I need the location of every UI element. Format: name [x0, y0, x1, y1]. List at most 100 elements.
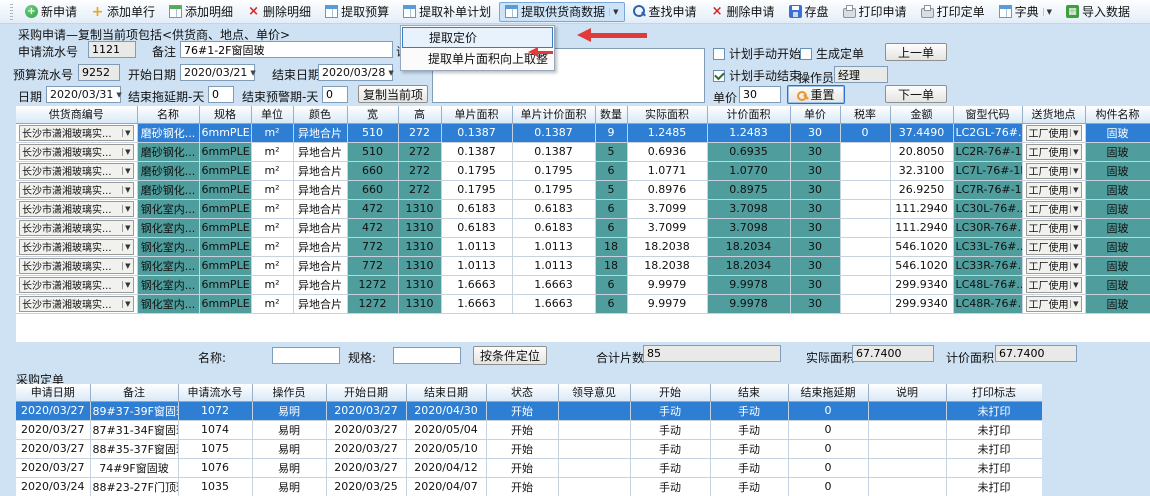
end-warning-field[interactable]: [322, 86, 348, 103]
supplier-combo[interactable]: 长沙市潇湘玻璃实...▼: [19, 296, 134, 312]
table-row[interactable]: 长沙市潇湘玻璃实...▼磨砂钢化...6mmPLE...m²异地合片510272…: [16, 142, 1150, 161]
items-cell: 0.8976: [627, 180, 707, 199]
budget-serial-field[interactable]: [78, 64, 120, 81]
next-order-button[interactable]: 下一单: [885, 85, 947, 103]
spec-filter-input[interactable]: [393, 347, 461, 364]
generate-order-checkbox[interactable]: 生成定单: [800, 45, 864, 62]
toolbar-print-order-button[interactable]: 打印定单: [915, 2, 991, 22]
chevron-down-icon[interactable]: ▼: [609, 8, 618, 16]
chevron-down-icon[interactable]: ▼: [1070, 224, 1080, 232]
remark-field[interactable]: [180, 41, 393, 58]
locate-by-condition-button[interactable]: 按条件定位: [473, 346, 547, 365]
items-cell: 6mmPLE...: [199, 294, 251, 313]
chevron-down-icon[interactable]: ▼: [122, 205, 132, 213]
supplier-combo[interactable]: 长沙市潇湘玻璃实...▼: [19, 144, 134, 160]
table-row[interactable]: 2020/03/2488#23-27F门顶玻1035易明2020/03/2520…: [16, 477, 1042, 496]
toolbar-delete-request-button[interactable]: ×删除申请: [705, 2, 781, 22]
chevron-down-icon[interactable]: ▼: [122, 129, 132, 137]
chevron-down-icon[interactable]: ▼: [1070, 281, 1080, 289]
chevron-down-icon[interactable]: ▼: [1070, 148, 1080, 156]
chevron-down-icon[interactable]: ▼: [1043, 8, 1052, 16]
table-row[interactable]: 长沙市潇湘玻璃实...▼钢化室内...6mmPLE...m²异地合片772131…: [16, 237, 1150, 256]
chevron-down-icon[interactable]: ▼: [1070, 129, 1080, 137]
supplier-combo[interactable]: 长沙市潇湘玻璃实...▼: [19, 220, 134, 236]
supplier-combo[interactable]: 长沙市潇湘玻璃实...▼: [19, 182, 134, 198]
supplier-combo[interactable]: 长沙市潇湘玻璃实...▼: [19, 163, 134, 179]
table-row[interactable]: 长沙市潇湘玻璃实...▼钢化室内...6mmPLE...m²异地合片472131…: [16, 218, 1150, 237]
end-date-select[interactable]: 2020/03/28▼: [318, 64, 393, 81]
delivery-location-combo[interactable]: 工厂使用▼: [1026, 239, 1082, 255]
chevron-down-icon[interactable]: ▼: [1070, 300, 1080, 308]
plan-manual-start-checkbox[interactable]: 计划手动开始: [713, 45, 801, 62]
supplier-combo[interactable]: 长沙市潇湘玻璃实...▼: [19, 125, 134, 141]
delivery-location-combo[interactable]: 工厂使用▼: [1026, 144, 1082, 160]
chevron-down-icon[interactable]: ▼: [1070, 205, 1080, 213]
chevron-down-icon[interactable]: ▼: [122, 243, 132, 251]
date-select[interactable]: 2020/03/31▼: [46, 86, 121, 103]
toolbar-add-row-button[interactable]: +添加单行: [85, 2, 161, 22]
chevron-down-icon[interactable]: ▼: [122, 148, 132, 156]
items-cell: 钢化室内...: [137, 294, 199, 313]
chevron-down-icon[interactable]: ▼: [1070, 186, 1080, 194]
name-filter-input[interactable]: [272, 347, 340, 364]
chevron-down-icon[interactable]: ▼: [122, 262, 132, 270]
toolbar-import-data-button[interactable]: ▦导入数据: [1060, 2, 1136, 22]
table-row[interactable]: 长沙市潇湘玻璃实...▼钢化室内...6mmPLE...m²异地合片127213…: [16, 294, 1150, 313]
toolbar-extract-budget-button[interactable]: 提取预算: [319, 2, 395, 22]
chevron-down-icon[interactable]: ▼: [1070, 262, 1080, 270]
toolbar-add-detail-button[interactable]: 添加明细: [163, 2, 239, 22]
annotation-arrow: [577, 28, 647, 42]
orders-cell: 易明: [252, 477, 326, 496]
delivery-location-combo[interactable]: 工厂使用▼: [1026, 277, 1082, 293]
menu-item-extract-pricing[interactable]: 提取定价: [402, 27, 553, 48]
toolbar-save-button[interactable]: 存盘: [783, 2, 835, 22]
request-serial-field[interactable]: [88, 41, 136, 58]
toolbar-extract-supplier-data-button[interactable]: 提取供货商数据▼: [499, 2, 624, 22]
toolbar-find-request-button[interactable]: 查找申请: [627, 2, 703, 22]
delivery-location-combo[interactable]: 工厂使用▼: [1026, 182, 1082, 198]
delivery-location-combo[interactable]: 工厂使用▼: [1026, 258, 1082, 274]
delivery-location-combo[interactable]: 工厂使用▼: [1026, 201, 1082, 217]
supplier-combo[interactable]: 长沙市潇湘玻璃实...▼: [19, 239, 134, 255]
chevron-down-icon[interactable]: ▼: [122, 281, 132, 289]
chevron-down-icon[interactable]: ▼: [122, 300, 132, 308]
orders-cell: [868, 439, 946, 458]
table-row[interactable]: 长沙市潇湘玻璃实...▼磨砂钢化...6mmPLE...m²异地合片660272…: [16, 180, 1150, 199]
copy-current-button[interactable]: 复制当前项: [358, 85, 428, 103]
prev-order-button[interactable]: 上一单: [885, 43, 947, 61]
start-date-select[interactable]: 2020/03/21▼: [180, 64, 255, 81]
toolbar-print-request-button[interactable]: 打印申请: [837, 2, 913, 22]
delivery-location-combo[interactable]: 工厂使用▼: [1026, 163, 1082, 179]
supplier-combo[interactable]: 长沙市潇湘玻璃实...▼: [19, 258, 134, 274]
end-delay-field[interactable]: [208, 86, 234, 103]
table-row[interactable]: 长沙市潇湘玻璃实...▼磨砂钢化...6mmPLE...m²异地合片510272…: [16, 123, 1150, 142]
supplier-combo[interactable]: 长沙市潇湘玻璃实...▼: [19, 201, 134, 217]
table-row[interactable]: 2020/03/2788#35-37F窗固玻1075易明2020/03/2720…: [16, 439, 1042, 458]
toolbar-extract-supplement-plan-button[interactable]: 提取补单计划: [397, 2, 497, 22]
toolbar-delete-detail-button[interactable]: ×删除明细: [241, 2, 317, 22]
plan-manual-end-checkbox[interactable]: 计划手动结束: [713, 67, 801, 84]
table-row[interactable]: 长沙市潇湘玻璃实...▼钢化室内...6mmPLE...m²异地合片472131…: [16, 199, 1150, 218]
delivery-location-combo[interactable]: 工厂使用▼: [1026, 220, 1082, 236]
toolbar-new-request-button[interactable]: +新申请: [19, 2, 83, 22]
table-row[interactable]: 长沙市潇湘玻璃实...▼钢化室内...6mmPLE...m²异地合片772131…: [16, 256, 1150, 275]
table-row[interactable]: 长沙市潇湘玻璃实...▼钢化室内...6mmPLE...m²异地合片127213…: [16, 275, 1150, 294]
orders-cell: 1076: [178, 458, 252, 477]
table-row[interactable]: 2020/03/2774#9F窗固玻1076易明2020/03/272020/0…: [16, 458, 1042, 477]
annotation-arrow: [528, 47, 553, 57]
table-row[interactable]: 长沙市潇湘玻璃实...▼磨砂钢化...6mmPLE...m²异地合片660272…: [16, 161, 1150, 180]
chevron-down-icon[interactable]: ▼: [1070, 167, 1080, 175]
chevron-down-icon[interactable]: ▼: [1070, 243, 1080, 251]
chevron-down-icon[interactable]: ▼: [122, 186, 132, 194]
delivery-location-combo[interactable]: 工厂使用▼: [1026, 296, 1082, 312]
supplier-combo[interactable]: 长沙市潇湘玻璃实...▼: [19, 277, 134, 293]
table-row[interactable]: 2020/03/2789#37-39F窗固玻1072易明2020/03/2720…: [16, 401, 1042, 420]
delivery-location-combo[interactable]: 工厂使用▼: [1026, 125, 1082, 141]
table-row[interactable]: 2020/03/2787#31-34F窗固玻1074易明2020/03/2720…: [16, 420, 1042, 439]
toolbar-dictionary-button[interactable]: 字典▼: [993, 2, 1058, 22]
reset-button[interactable]: 重置: [787, 85, 845, 104]
operator-field[interactable]: [834, 66, 888, 83]
unit-price-field[interactable]: [739, 86, 781, 103]
chevron-down-icon[interactable]: ▼: [122, 224, 132, 232]
chevron-down-icon[interactable]: ▼: [122, 167, 132, 175]
